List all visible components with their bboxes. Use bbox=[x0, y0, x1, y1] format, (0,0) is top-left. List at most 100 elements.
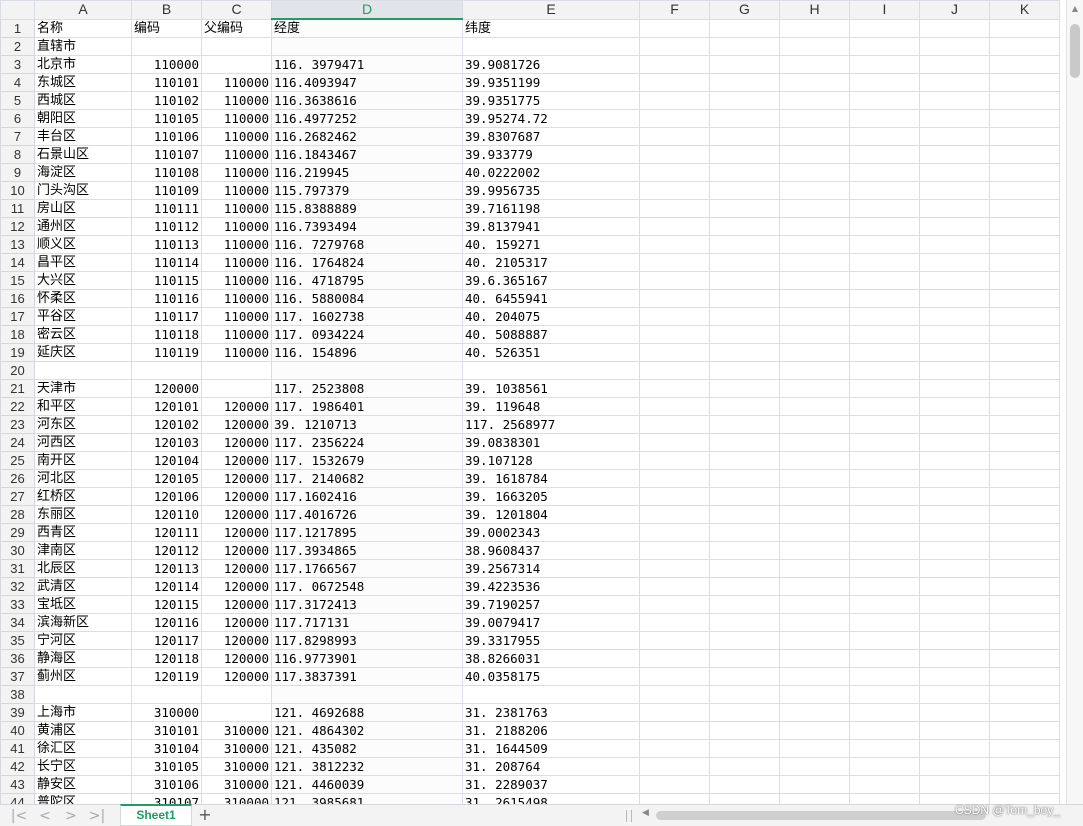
cell-d[interactable]: 117.8298993 bbox=[271, 631, 463, 650]
cell-c[interactable]: 110000 bbox=[201, 343, 272, 362]
empty-cell[interactable] bbox=[919, 343, 990, 362]
empty-cell[interactable] bbox=[639, 667, 710, 686]
empty-cell[interactable] bbox=[919, 181, 990, 200]
cell-a[interactable]: 延庆区 bbox=[34, 343, 132, 362]
empty-cell[interactable] bbox=[849, 73, 920, 92]
cell-a[interactable]: 宝坻区 bbox=[34, 595, 132, 614]
empty-cell[interactable] bbox=[919, 667, 990, 686]
empty-cell[interactable] bbox=[709, 73, 780, 92]
empty-cell[interactable] bbox=[709, 577, 780, 596]
cell-a[interactable]: 海淀区 bbox=[34, 163, 132, 182]
empty-cell[interactable] bbox=[849, 523, 920, 542]
cell-d[interactable]: 121. 4864302 bbox=[271, 721, 463, 740]
row-header[interactable]: 41 bbox=[0, 739, 35, 758]
empty-cell[interactable] bbox=[989, 307, 1060, 326]
cell-c[interactable]: 110000 bbox=[201, 199, 272, 218]
empty-cell[interactable] bbox=[919, 451, 990, 470]
cell-b[interactable]: 120105 bbox=[131, 469, 202, 488]
empty-cell[interactable] bbox=[919, 307, 990, 326]
cell-e[interactable] bbox=[462, 685, 640, 704]
cell-c[interactable] bbox=[201, 55, 272, 74]
empty-cell[interactable] bbox=[639, 271, 710, 290]
cell-d[interactable]: 117.4016726 bbox=[271, 505, 463, 524]
empty-cell[interactable] bbox=[639, 289, 710, 308]
cell-d[interactable]: 121. 3985681 bbox=[271, 793, 463, 804]
cell-a[interactable]: 武清区 bbox=[34, 577, 132, 596]
cell-c[interactable]: 310000 bbox=[201, 775, 272, 794]
empty-cell[interactable] bbox=[639, 793, 710, 804]
cell-c[interactable] bbox=[201, 685, 272, 704]
empty-cell[interactable] bbox=[639, 379, 710, 398]
empty-cell[interactable] bbox=[779, 631, 850, 650]
empty-cell[interactable] bbox=[849, 307, 920, 326]
row-header[interactable]: 8 bbox=[0, 145, 35, 164]
row-header[interactable]: 34 bbox=[0, 613, 35, 632]
empty-cell[interactable] bbox=[779, 559, 850, 578]
empty-cell[interactable] bbox=[849, 55, 920, 74]
empty-cell[interactable] bbox=[709, 541, 780, 560]
cell-a[interactable]: 徐汇区 bbox=[34, 739, 132, 758]
empty-cell[interactable] bbox=[779, 505, 850, 524]
cell-d[interactable]: 116.2682462 bbox=[271, 127, 463, 146]
cell-b[interactable]: 120103 bbox=[131, 433, 202, 452]
empty-cell[interactable] bbox=[639, 217, 710, 236]
empty-cell[interactable] bbox=[639, 487, 710, 506]
cell-b[interactable]: 110109 bbox=[131, 181, 202, 200]
empty-cell[interactable] bbox=[919, 541, 990, 560]
empty-cell[interactable] bbox=[639, 37, 710, 56]
cell-c[interactable]: 120000 bbox=[201, 505, 272, 524]
empty-cell[interactable] bbox=[989, 18, 1060, 38]
empty-cell[interactable] bbox=[709, 739, 780, 758]
empty-cell[interactable] bbox=[849, 469, 920, 488]
spreadsheet-grid[interactable]: ABCDEFGHIJK 1 名称 编码 父编码 经度 纬度 2 直辖市 3 北京市 110000 11… bbox=[0, 0, 1066, 804]
cell-d[interactable]: 116. 1764824 bbox=[271, 253, 463, 272]
cell-c[interactable]: 110000 bbox=[201, 109, 272, 128]
empty-cell[interactable] bbox=[989, 721, 1060, 740]
empty-cell[interactable] bbox=[989, 289, 1060, 308]
empty-cell[interactable] bbox=[779, 469, 850, 488]
empty-cell[interactable] bbox=[989, 487, 1060, 506]
row-header[interactable]: 39 bbox=[0, 703, 35, 722]
empty-cell[interactable] bbox=[639, 199, 710, 218]
empty-cell[interactable] bbox=[709, 559, 780, 578]
cell-e[interactable]: 31. 2289037 bbox=[462, 775, 640, 794]
empty-cell[interactable] bbox=[919, 199, 990, 218]
cell-e[interactable]: 40. 6455941 bbox=[462, 289, 640, 308]
empty-cell[interactable] bbox=[989, 73, 1060, 92]
last-sheet-icon[interactable]: >| bbox=[88, 807, 106, 825]
row-header[interactable]: 19 bbox=[0, 343, 35, 362]
empty-cell[interactable] bbox=[779, 217, 850, 236]
empty-cell[interactable] bbox=[779, 253, 850, 272]
row-header[interactable]: 42 bbox=[0, 757, 35, 776]
column-header-h[interactable]: H bbox=[779, 0, 850, 20]
empty-cell[interactable] bbox=[709, 181, 780, 200]
row-header[interactable]: 38 bbox=[0, 685, 35, 704]
empty-cell[interactable] bbox=[779, 613, 850, 632]
empty-cell[interactable] bbox=[849, 217, 920, 236]
empty-cell[interactable] bbox=[989, 397, 1060, 416]
sheet-tab-sheet1[interactable]: Sheet1 bbox=[120, 804, 192, 826]
empty-cell[interactable] bbox=[709, 487, 780, 506]
cell-b[interactable]: 310000 bbox=[131, 703, 202, 722]
empty-cell[interactable] bbox=[709, 757, 780, 776]
empty-cell[interactable] bbox=[779, 163, 850, 182]
row-header[interactable]: 1 bbox=[0, 18, 35, 38]
cell-a[interactable]: 平谷区 bbox=[34, 307, 132, 326]
empty-cell[interactable] bbox=[919, 109, 990, 128]
empty-cell[interactable] bbox=[779, 91, 850, 110]
empty-cell[interactable] bbox=[779, 433, 850, 452]
cell-e[interactable]: 40.0222002 bbox=[462, 163, 640, 182]
empty-cell[interactable] bbox=[849, 559, 920, 578]
row-header[interactable]: 3 bbox=[0, 55, 35, 74]
column-header-j[interactable]: J bbox=[919, 0, 990, 20]
empty-cell[interactable] bbox=[709, 325, 780, 344]
row-header[interactable]: 5 bbox=[0, 91, 35, 110]
cell-d[interactable]: 115.797379 bbox=[271, 181, 463, 200]
cell-e[interactable] bbox=[462, 361, 640, 380]
cell-e[interactable]: 40.0358175 bbox=[462, 667, 640, 686]
empty-cell[interactable] bbox=[989, 181, 1060, 200]
empty-cell[interactable] bbox=[849, 595, 920, 614]
cell-d[interactable] bbox=[271, 361, 463, 380]
empty-cell[interactable] bbox=[709, 37, 780, 56]
empty-cell[interactable] bbox=[779, 667, 850, 686]
